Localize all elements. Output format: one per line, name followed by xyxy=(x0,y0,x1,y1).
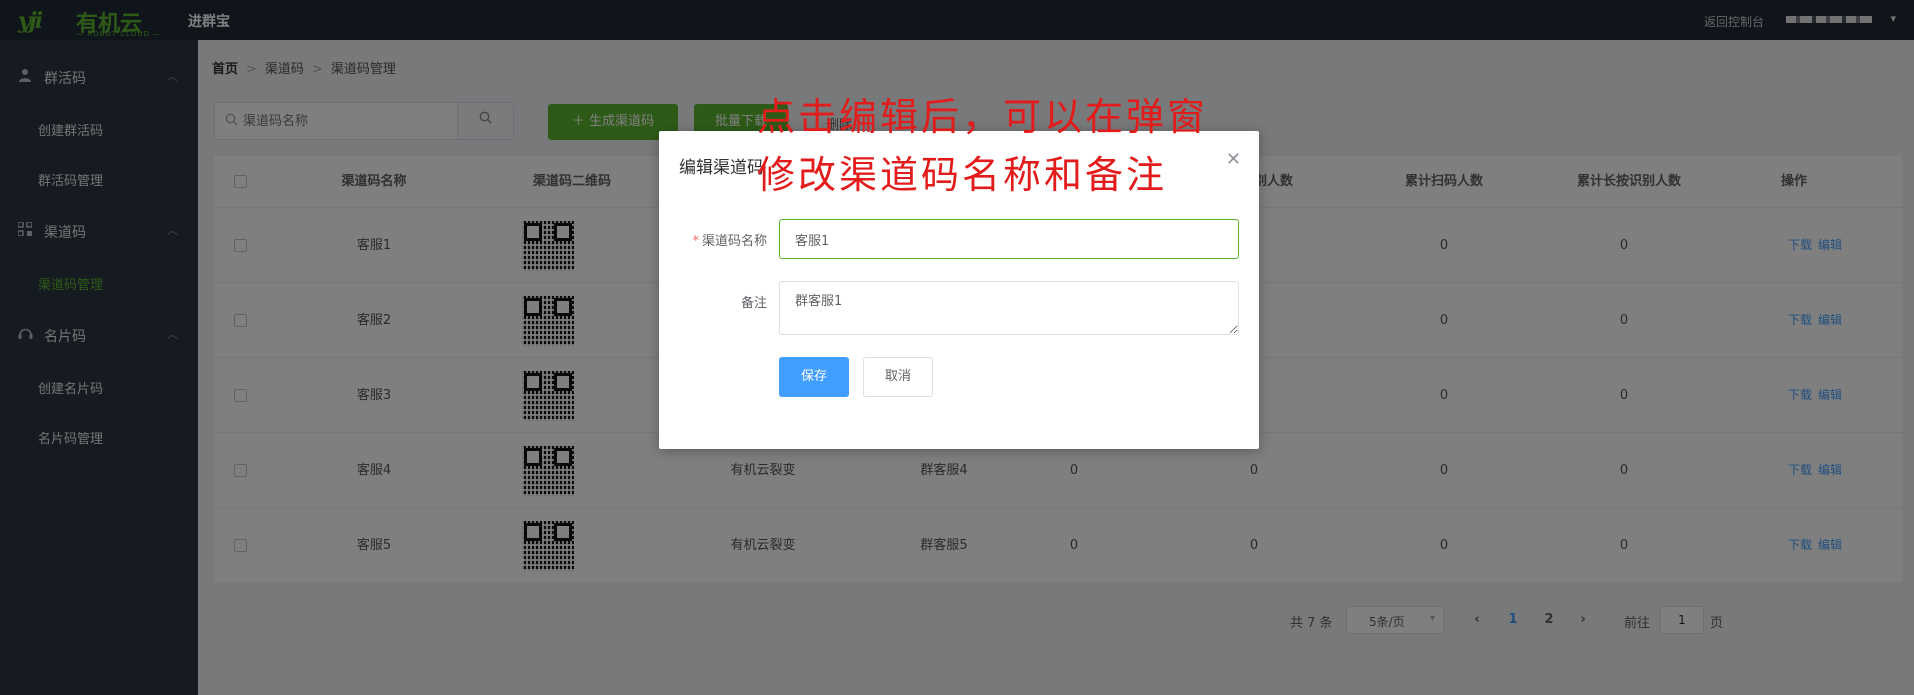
cancel-button[interactable]: 取消 xyxy=(863,357,933,397)
annotation-line-2: 修改渠道码名称和备注 xyxy=(757,153,1168,197)
name-field-label: * 渠道码名称 xyxy=(659,230,767,249)
annotation-line-1: 点击编辑后，可以在弹窗 xyxy=(757,95,1209,139)
remark-field-label: 备注 xyxy=(740,296,767,311)
required-asterisk: * xyxy=(692,234,699,249)
dialog-title: 编辑渠道码 xyxy=(679,158,764,178)
remark-textarea[interactable]: 群客服1 xyxy=(779,281,1239,335)
close-icon[interactable]: ✕ xyxy=(1226,149,1241,170)
channel-name-input[interactable] xyxy=(779,219,1239,259)
save-button[interactable]: 保存 xyxy=(779,357,849,397)
name-label-text: 渠道码名称 xyxy=(701,234,767,249)
